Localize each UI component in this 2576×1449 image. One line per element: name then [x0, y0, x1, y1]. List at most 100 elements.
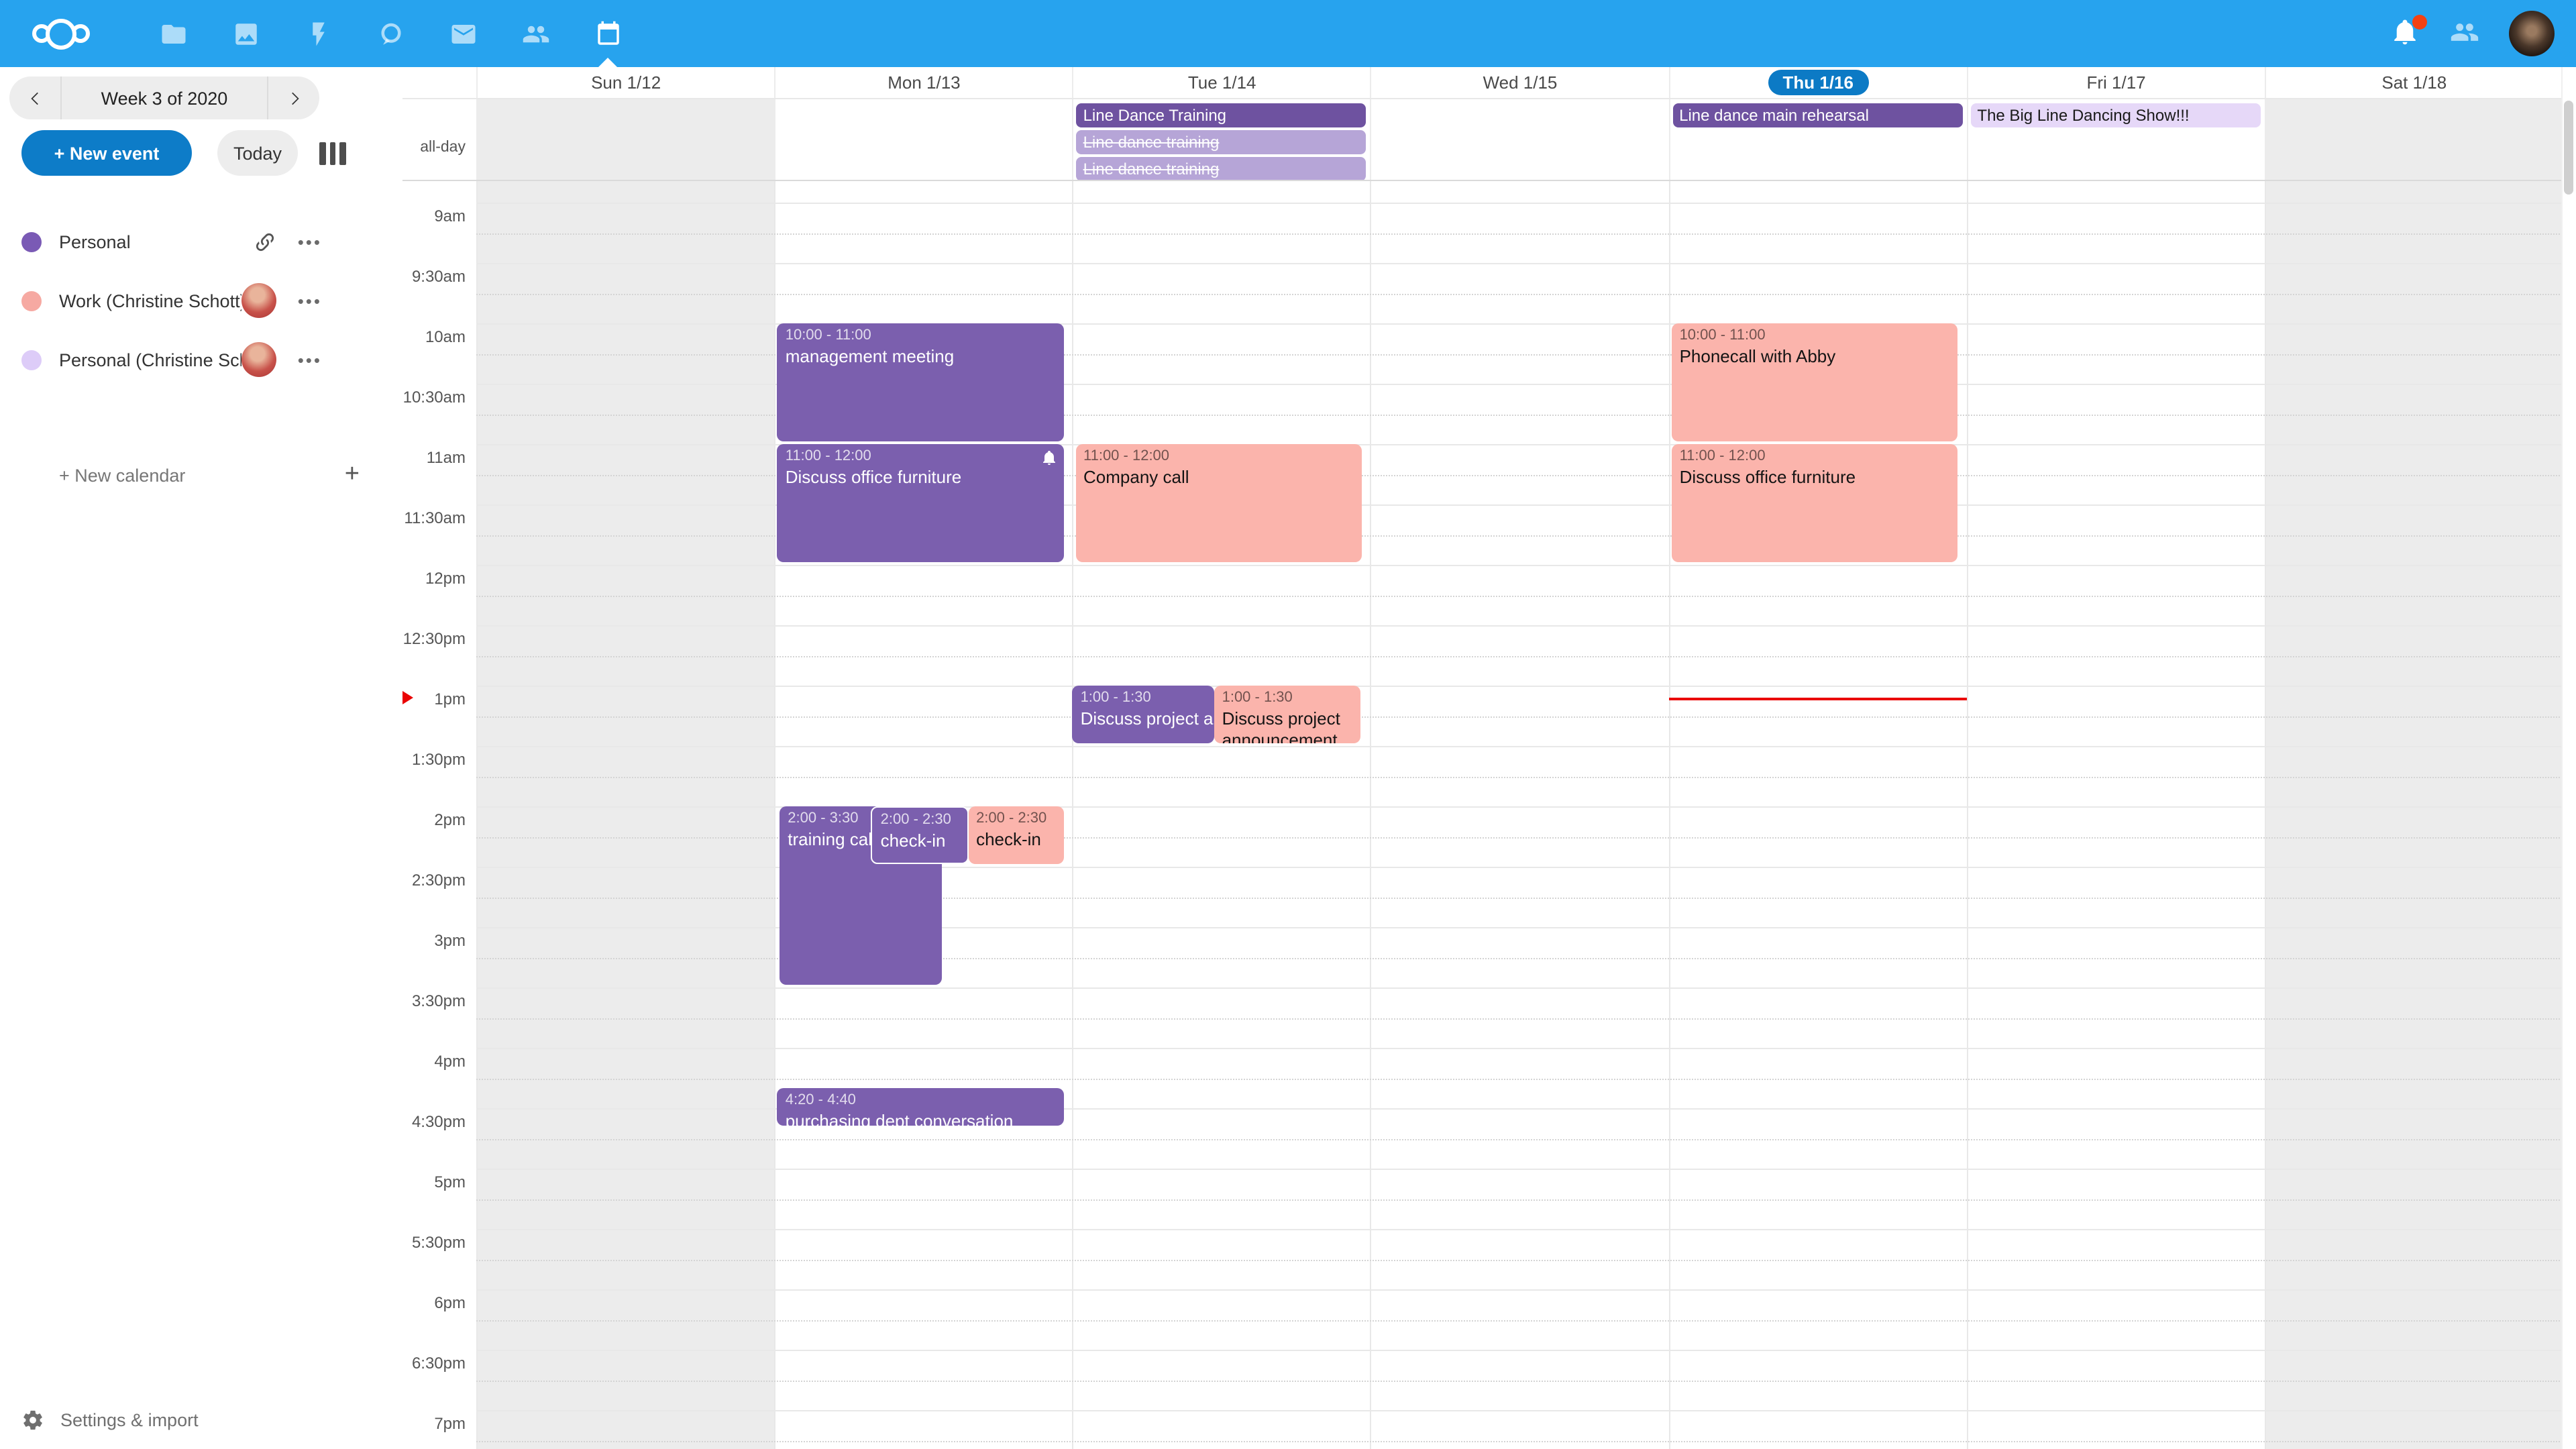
day-header[interactable]: Mon 1/13 [774, 66, 1072, 98]
allday-lane[interactable]: The Big Line Dancing Show!!! [1966, 99, 2264, 180]
current-time-arrow [402, 691, 413, 704]
all-day-label: all-day [402, 140, 466, 156]
time-label: 1:30pm [402, 750, 466, 769]
nextcloud-logo[interactable] [19, 0, 102, 67]
calendar-color-dot [21, 290, 42, 311]
event[interactable]: 2:00 - 2:30check-in [968, 806, 1065, 864]
time-label: 11am [402, 448, 466, 467]
time-label: 7pm [402, 1414, 466, 1433]
time-label: 10am [402, 327, 466, 346]
nextcloud-calendar-app: Week 3 of 2020 + New event Today Persona… [0, 0, 2576, 1449]
allday-lane[interactable] [1371, 99, 1668, 180]
event[interactable]: 1:00 - 1:30Discuss project announcement [1073, 686, 1214, 743]
time-label: 3pm [402, 931, 466, 950]
event-title: Discuss project announcement [1081, 708, 1206, 730]
event[interactable]: 10:00 - 11:00management meeting [777, 323, 1064, 441]
vertical-scrollbar [2561, 67, 2576, 1449]
calendar-menu-icon[interactable]: ••• [298, 231, 322, 252]
activity-icon[interactable] [282, 0, 354, 67]
contacts-menu-icon[interactable] [2450, 17, 2482, 50]
event[interactable]: 10:00 - 11:00Phonecall with Abby [1672, 323, 1958, 441]
allday-event[interactable]: Line dance main rehearsal [1672, 103, 1962, 127]
new-calendar-button[interactable]: + New calendar + [0, 445, 389, 504]
allday-event[interactable]: Line dance training [1077, 157, 1366, 180]
day-header[interactable]: Tue 1/14 [1073, 66, 1371, 98]
calendar-sidebar: Week 3 of 2020 + New event Today Persona… [0, 67, 402, 1449]
event[interactable]: 11:00 - 12:00Discuss office furniture [1672, 444, 1958, 562]
event[interactable]: 4:20 - 4:40purchasing dept conversation [777, 1088, 1064, 1126]
event-title: management meeting [786, 346, 1056, 368]
week-label[interactable]: Week 3 of 2020 [60, 76, 268, 119]
time-label: 12:30pm [402, 629, 466, 648]
time-label: 5pm [402, 1173, 466, 1191]
calendar-item-personal-christine[interactable]: Personal (Christine Scho... ••• [0, 330, 402, 389]
allday-lane[interactable] [2265, 99, 2563, 180]
previous-week-button[interactable] [9, 76, 60, 119]
event-title: Discuss project announcement [1222, 708, 1352, 743]
calendar-color-dot [21, 231, 42, 252]
event-time: 4:20 - 4:40 [786, 1091, 1056, 1111]
week-view-toggle-icon[interactable] [319, 142, 345, 164]
calendar-name: Work (Christine Schott) [59, 290, 241, 311]
today-button[interactable]: Today [217, 130, 298, 176]
time-grid: 10:00 - 11:00management meeting11:00 - 1… [402, 181, 2576, 1449]
active-app-caret [598, 58, 617, 67]
talk-icon[interactable] [354, 0, 427, 67]
event[interactable]: 11:00 - 12:00Company call [1075, 444, 1362, 562]
calendar-item-personal[interactable]: Personal ••• [0, 212, 402, 271]
event-time: 2:00 - 2:30 [976, 809, 1057, 829]
allday-event[interactable]: The Big Line Dancing Show!!! [1970, 103, 2260, 127]
time-label: 4pm [402, 1052, 466, 1071]
today-pill: Thu 1/16 [1768, 69, 1869, 95]
day-header[interactable]: Thu 1/16 [1668, 66, 1966, 98]
allday-lane[interactable]: Line dance main rehearsal [1668, 99, 1966, 180]
day-header[interactable]: Sun 1/12 [476, 66, 774, 98]
event-title: check-in [976, 829, 1057, 851]
week-switcher: Week 3 of 2020 [9, 76, 319, 119]
time-label: 10:30am [402, 388, 466, 407]
photos-icon[interactable] [209, 0, 282, 67]
event-time: 11:00 - 12:00 [1680, 447, 1950, 467]
calendar-icon[interactable] [572, 0, 644, 67]
time-label: 2pm [402, 810, 466, 829]
mail-icon[interactable] [427, 0, 499, 67]
top-navbar [0, 0, 2576, 67]
calendar-list: Personal ••• Work (Christine Schott) ••• [0, 212, 402, 389]
allday-lane[interactable] [476, 99, 774, 180]
day-header[interactable]: Sat 1/18 [2265, 66, 2563, 98]
time-label: 9am [402, 207, 466, 225]
files-icon[interactable] [137, 0, 209, 67]
allday-event[interactable]: Line dance training [1077, 130, 1366, 154]
calendar-name: Personal [59, 231, 254, 252]
event[interactable]: 1:00 - 1:30Discuss project announcement [1214, 686, 1360, 743]
allday-event[interactable]: Line Dance Training [1077, 103, 1366, 127]
allday-lane[interactable]: Line Dance Training Line dance training Li… [1073, 99, 1371, 180]
plus-icon[interactable]: + [345, 460, 360, 490]
settings-import-label: Settings & import [60, 1410, 199, 1430]
share-link-icon[interactable] [254, 230, 276, 253]
owner-avatar [241, 342, 276, 377]
contacts-icon[interactable] [499, 0, 572, 67]
calendar-item-work-christine[interactable]: Work (Christine Schott) ••• [0, 271, 402, 330]
settings-import-button[interactable]: Settings & import [21, 1409, 199, 1432]
event[interactable]: 2:00 - 2:30check-in [871, 806, 968, 864]
event[interactable]: 11:00 - 12:00Discuss office furniture [777, 444, 1064, 562]
user-avatar[interactable] [2509, 11, 2555, 56]
event-time: 1:00 - 1:30 [1222, 688, 1352, 708]
time-label: 4:30pm [402, 1112, 466, 1131]
next-week-button[interactable] [268, 76, 319, 119]
new-event-button[interactable]: + New event [21, 130, 192, 176]
gear-icon [21, 1409, 44, 1432]
time-label: 3:30pm [402, 991, 466, 1010]
calendar-menu-icon[interactable]: ••• [298, 350, 322, 370]
calendar-menu-icon[interactable]: ••• [298, 290, 322, 311]
allday-lane[interactable] [774, 99, 1072, 180]
event-time: 11:00 - 12:00 [786, 447, 1056, 467]
time-label: 6:30pm [402, 1354, 466, 1373]
day-header[interactable]: Fri 1/17 [1966, 66, 2264, 98]
navbar-app-icons [0, 0, 644, 67]
scrollbar-thumb[interactable] [2564, 101, 2573, 195]
notifications-bell-icon[interactable] [2391, 17, 2423, 50]
day-header[interactable]: Wed 1/15 [1371, 66, 1668, 98]
event-time: 11:00 - 12:00 [1083, 447, 1354, 467]
